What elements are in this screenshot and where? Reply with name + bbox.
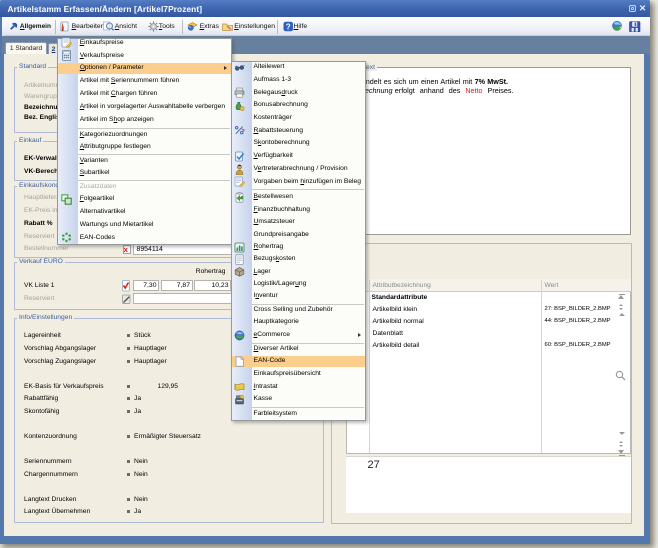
svg-text:?: ? bbox=[285, 22, 290, 31]
